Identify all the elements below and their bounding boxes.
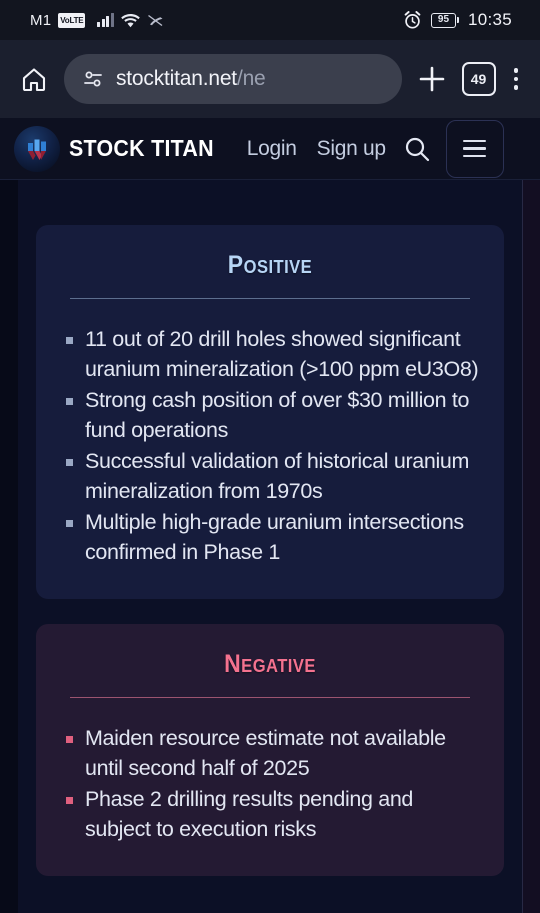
list-item: Strong cash position of over $30 million…: [60, 386, 480, 445]
tab-counter-button[interactable]: 49: [461, 62, 496, 96]
phone-screen: M1 VoLTE 95 10:35 stocktitan.net/ne 49 S…: [0, 0, 540, 913]
address-bar[interactable]: stocktitan.net/ne: [64, 54, 402, 104]
home-icon[interactable]: [14, 59, 54, 99]
browser-toolbar: stocktitan.net/ne 49: [0, 40, 540, 118]
positive-bullet-list: 11 out of 20 drill holes showed signific…: [60, 325, 480, 567]
list-item: 11 out of 20 drill holes showed signific…: [60, 325, 480, 384]
url-domain: stocktitan.net: [116, 67, 237, 90]
hamburger-menu-icon[interactable]: [445, 119, 504, 178]
page-content: Positive 11 out of 20 drill holes showed…: [0, 180, 540, 913]
vibrate-icon: [147, 13, 164, 28]
alarm-clock-icon: [403, 10, 422, 30]
list-item: Multiple high-grade uranium intersection…: [60, 508, 480, 567]
negative-bullet-list: Maiden resource estimate not available u…: [60, 724, 480, 844]
site-header: STOCK TITAN Login Sign up: [0, 118, 540, 180]
cards-container: Positive 11 out of 20 drill holes showed…: [18, 180, 522, 913]
plus-icon[interactable]: [412, 59, 452, 99]
negative-card-title: Negative: [224, 650, 316, 678]
list-item: Successful validation of historical uran…: [60, 447, 480, 506]
battery-percent-label: 95: [437, 14, 450, 25]
scrollbar-track[interactable]: [522, 180, 523, 913]
positive-card: Positive 11 out of 20 drill holes showed…: [36, 225, 504, 599]
right-gutter: [522, 180, 540, 913]
wifi-icon: [121, 13, 140, 28]
overflow-menu-icon[interactable]: [506, 68, 527, 90]
volte-badge: VoLTE: [58, 12, 86, 28]
search-icon[interactable]: [402, 134, 432, 164]
list-item: Phase 2 drilling results pending and sub…: [60, 785, 480, 844]
status-bar: M1 VoLTE 95 10:35: [0, 0, 540, 40]
negative-card-divider: [70, 697, 470, 698]
url-path: /ne: [236, 67, 266, 90]
battery-indicator: 95: [430, 12, 459, 28]
positive-card-divider: [70, 298, 470, 299]
carrier-label: M1: [30, 11, 52, 29]
login-link[interactable]: Login: [247, 137, 297, 161]
positive-card-title: Positive: [227, 251, 313, 279]
brand-name[interactable]: STOCK TITAN: [69, 135, 214, 162]
status-bar-left: M1 VoLTE: [14, 12, 164, 29]
list-item: Maiden resource estimate not available u…: [60, 724, 480, 783]
status-bar-right: 95 10:35: [403, 10, 526, 30]
header-nav: Login Sign up: [247, 137, 386, 161]
url-text: stocktitan.net/ne: [116, 67, 266, 91]
signal-bars-icon: [97, 13, 114, 27]
signup-link[interactable]: Sign up: [317, 137, 386, 161]
clock-label: 10:35: [467, 10, 512, 29]
negative-card: Negative Maiden resource estimate not av…: [36, 624, 504, 876]
stock-titan-logo-icon[interactable]: [14, 125, 60, 172]
site-settings-icon[interactable]: [82, 67, 106, 91]
left-gutter: [0, 180, 18, 913]
